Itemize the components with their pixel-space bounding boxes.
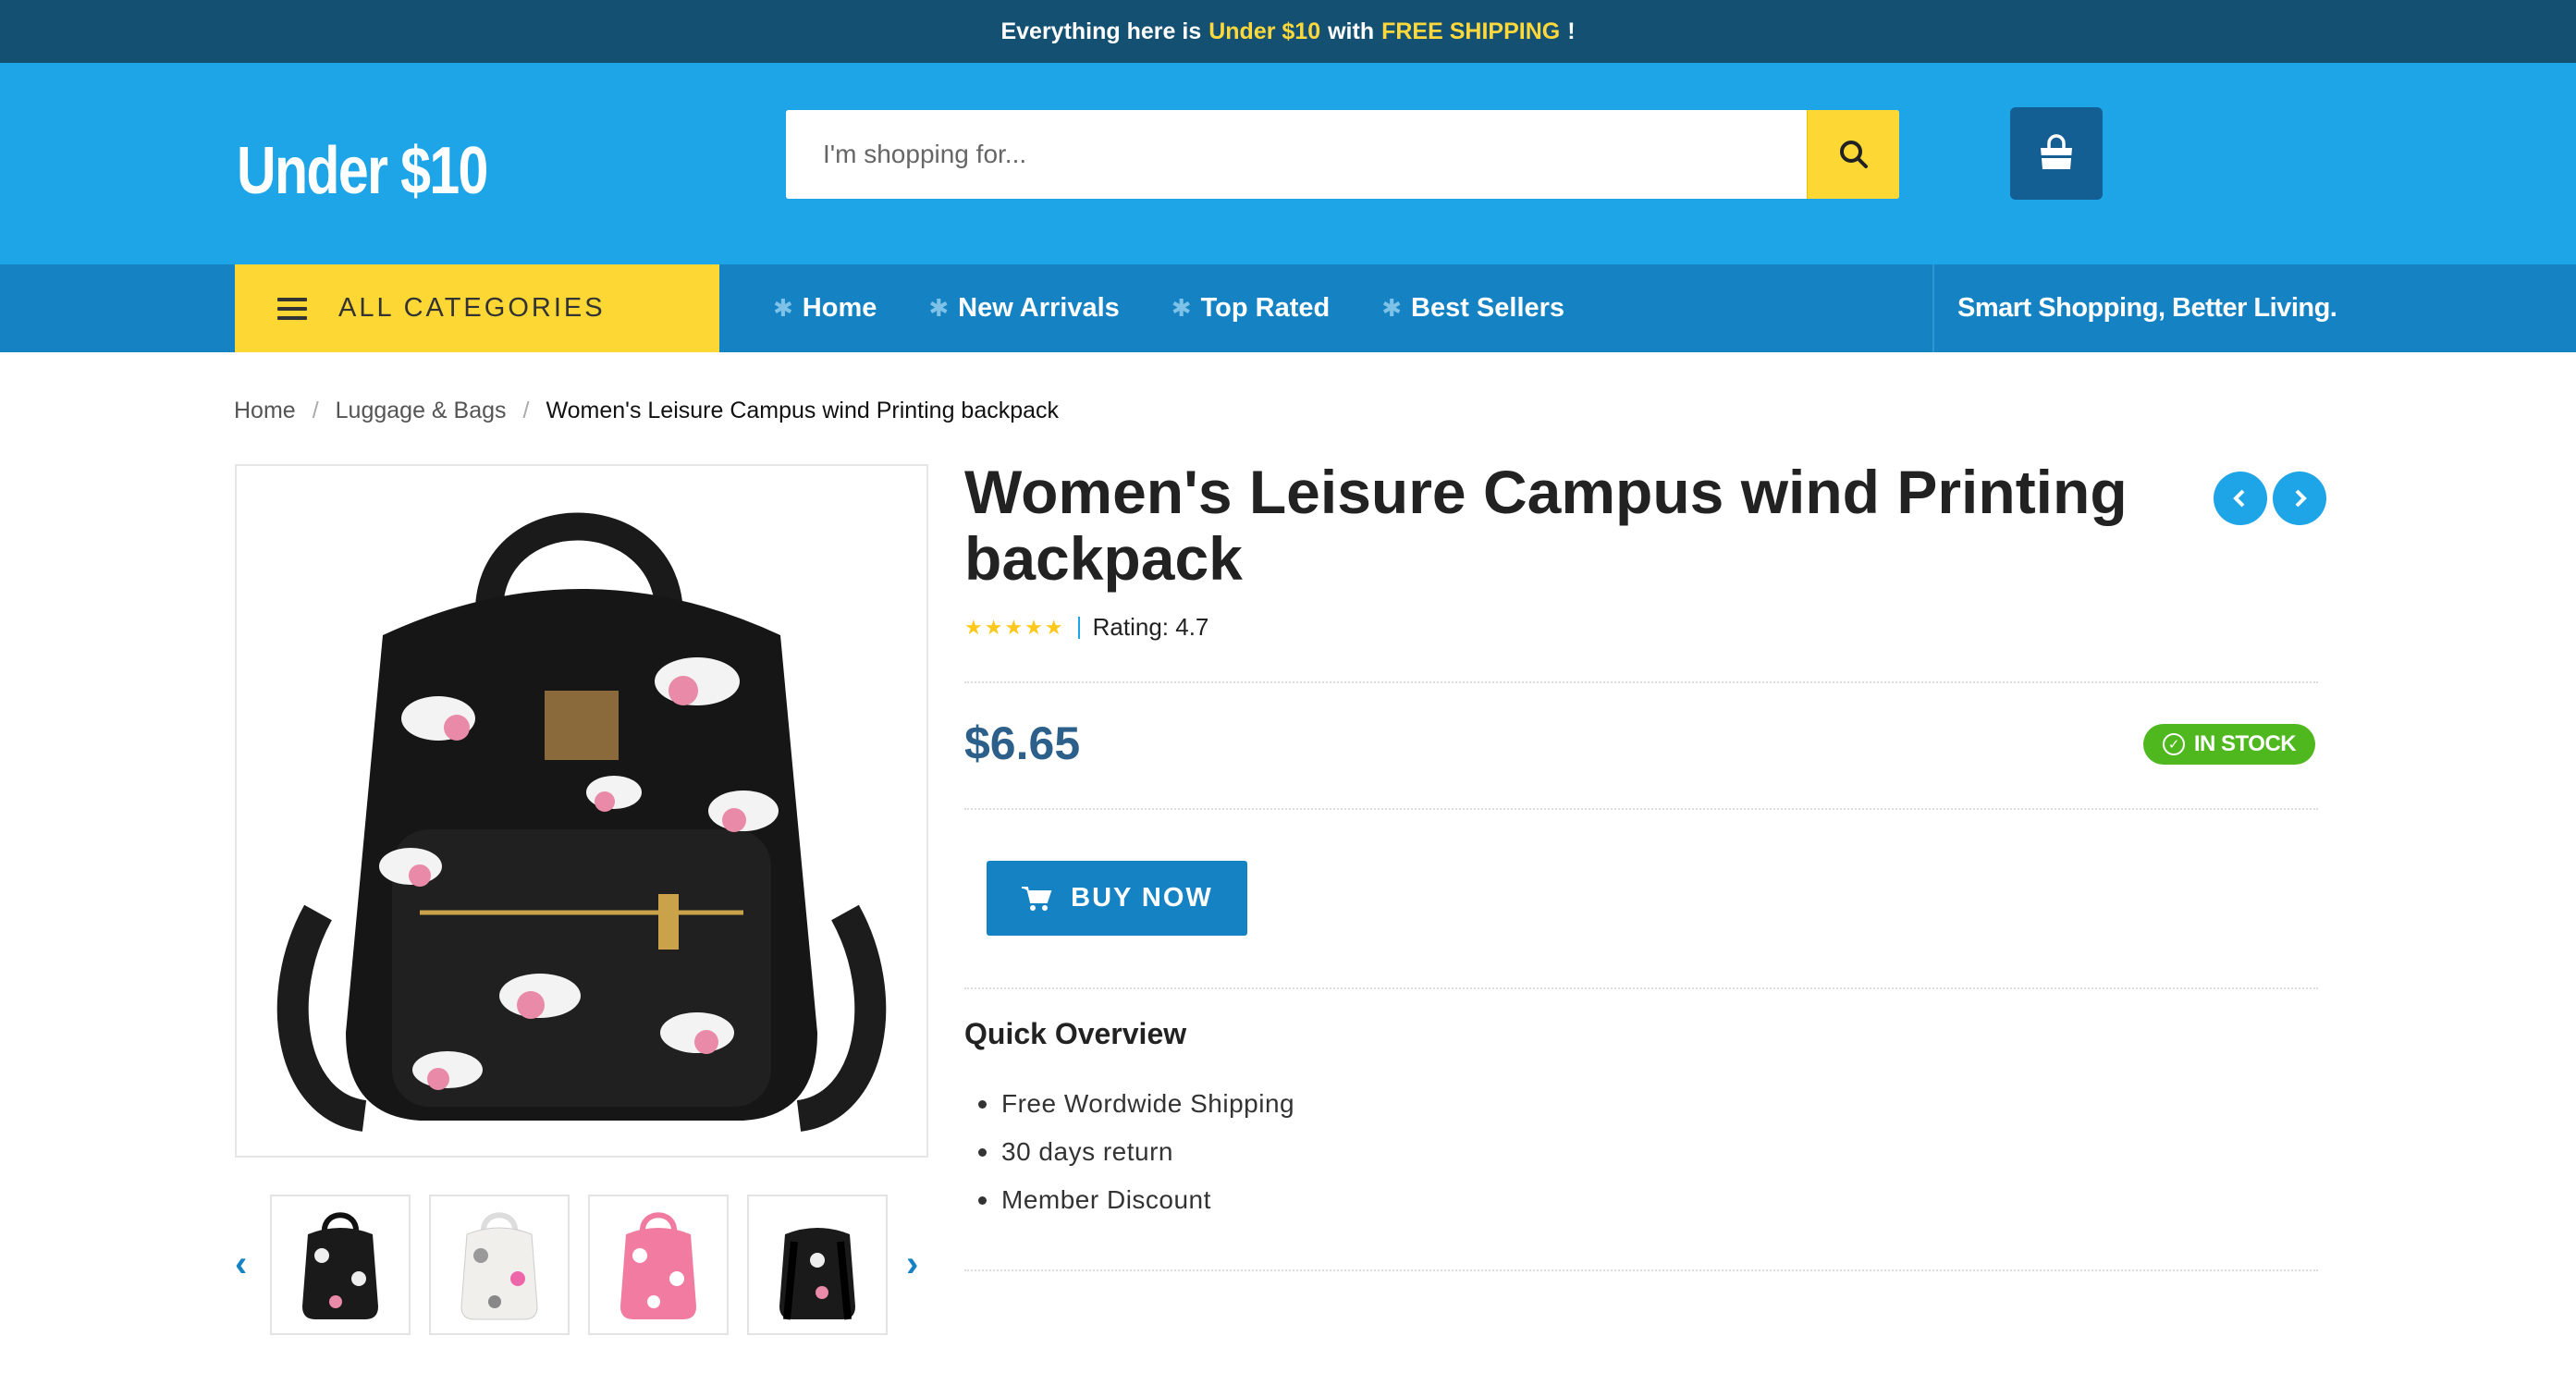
snowflake-icon: ✱ <box>1381 294 1403 322</box>
nav-link-best-sellers[interactable]: ✱ Best Sellers <box>1381 293 1564 324</box>
snowflake-icon: ✱ <box>773 294 793 322</box>
backpack-thumbnail-image <box>460 1212 538 1320</box>
divider <box>964 681 2318 683</box>
nav-links: ✱ Home ✱ New Arrivals ✱ Top Rated ✱ Best… <box>773 264 1616 352</box>
product-pager <box>2214 472 2332 525</box>
search-bar <box>786 110 1899 199</box>
search-button[interactable] <box>1807 110 1899 199</box>
list-item: Member Discount <box>964 1176 1294 1224</box>
stock-badge: ✓ IN STOCK <box>2143 724 2315 765</box>
list-item: Free Wordwide Shipping <box>964 1080 1294 1128</box>
overview-item-text: 30 days return <box>1001 1137 1173 1166</box>
product-rating: ★★★★★ Rating: 4.7 <box>964 613 1208 642</box>
nav-link-label: New Arrivals <box>958 293 1120 323</box>
site-header: Under $10 <box>0 63 2576 264</box>
bullet-icon <box>978 1195 987 1205</box>
announcement-suffix: ! <box>1567 18 1576 44</box>
announcement-highlight-shipping: FREE SHIPPING <box>1381 18 1561 44</box>
quick-overview-list: Free Wordwide Shipping 30 days return Me… <box>964 1080 1294 1224</box>
search-input[interactable] <box>786 110 1807 199</box>
product-price: $6.65 <box>964 717 1081 769</box>
breadcrumb-home[interactable]: Home <box>234 398 296 424</box>
nav-link-home[interactable]: ✱ Home <box>773 293 877 324</box>
cart-button[interactable] <box>2010 107 2103 200</box>
divider <box>964 1269 2318 1271</box>
chevron-left-icon <box>2233 489 2245 508</box>
product-main-image[interactable] <box>235 464 928 1158</box>
overview-item-text: Free Wordwide Shipping <box>1001 1089 1295 1118</box>
breadcrumb-current: Women's Leisure Campus wind Printing bac… <box>546 398 1060 423</box>
all-categories-label: ALL CATEGORIES <box>338 293 606 323</box>
all-categories-button[interactable]: ALL CATEGORIES <box>235 264 719 352</box>
nav-link-label: Home <box>802 293 877 323</box>
previous-product-button[interactable] <box>2214 472 2267 525</box>
site-logo[interactable]: Under $10 <box>237 133 488 209</box>
shopping-bag-icon <box>2041 134 2072 169</box>
nav-link-new-arrivals[interactable]: ✱ New Arrivals <box>928 293 1119 324</box>
product-title: Women's Leisure Campus wind Printing bac… <box>964 458 2128 593</box>
search-icon <box>1839 141 1868 168</box>
thumbnail-pink[interactable] <box>588 1195 729 1335</box>
main-nav: ALL CATEGORIES ✱ Home ✱ New Arrivals ✱ T… <box>0 264 2576 352</box>
quick-overview-title: Quick Overview <box>964 1017 1187 1050</box>
thumbnail-back-view[interactable] <box>747 1195 888 1335</box>
divider <box>964 987 2318 989</box>
rating-divider <box>1077 616 1080 639</box>
chevron-right-icon <box>2295 489 2307 508</box>
breadcrumb-separator: / <box>312 398 319 423</box>
nav-link-label: Top Rated <box>1200 293 1331 323</box>
cart-icon <box>1022 886 1052 911</box>
list-item: 30 days return <box>964 1128 1294 1176</box>
backpack-thumbnail-image <box>302 1212 378 1319</box>
backpack-image <box>276 512 887 1132</box>
bullet-icon <box>978 1147 987 1157</box>
thumbnail-black[interactable] <box>270 1195 411 1335</box>
snowflake-icon: ✱ <box>928 294 950 322</box>
nav-divider <box>1932 264 1934 352</box>
announcement-bar: Everything here is Under $10 with FREE S… <box>0 0 2576 63</box>
backpack-thumbnail-image <box>620 1212 696 1319</box>
check-icon: ✓ <box>2162 733 2185 755</box>
announcement-prefix: Everything here is <box>1000 18 1202 44</box>
announcement-highlight-price: Under $10 <box>1208 18 1321 44</box>
breadcrumb-separator: / <box>522 398 530 423</box>
nav-link-top-rated[interactable]: ✱ Top Rated <box>1171 293 1330 324</box>
announcement-middle: with <box>1328 18 1375 44</box>
buy-now-button[interactable]: BUY NOW <box>987 861 1247 936</box>
overview-item-text: Member Discount <box>1001 1185 1211 1214</box>
nav-link-label: Best Sellers <box>1411 293 1565 323</box>
star-rating-icon: ★★★★★ <box>964 615 1065 639</box>
hamburger-icon <box>277 292 307 325</box>
nav-slogan: Smart Shopping, Better Living. <box>1957 293 2337 323</box>
next-product-button[interactable] <box>2273 472 2326 525</box>
buy-now-label: BUY NOW <box>1071 883 1213 913</box>
rating-text: Rating: 4.7 <box>1092 613 1209 641</box>
breadcrumb-category[interactable]: Luggage & Bags <box>336 398 507 424</box>
chevron-left-icon[interactable]: ‹ <box>235 1193 247 1336</box>
stock-label: IN STOCK <box>2193 731 2297 756</box>
backpack-thumbnail-image <box>779 1228 855 1320</box>
breadcrumb: Home / Luggage & Bags / Women's Leisure … <box>234 398 1059 424</box>
thumbnail-carousel: ‹ › <box>235 1193 928 1336</box>
thumbnail-white[interactable] <box>429 1195 570 1335</box>
chevron-right-icon[interactable]: › <box>906 1193 918 1336</box>
snowflake-icon: ✱ <box>1171 294 1192 322</box>
bullet-icon <box>978 1099 987 1109</box>
divider <box>964 808 2318 810</box>
